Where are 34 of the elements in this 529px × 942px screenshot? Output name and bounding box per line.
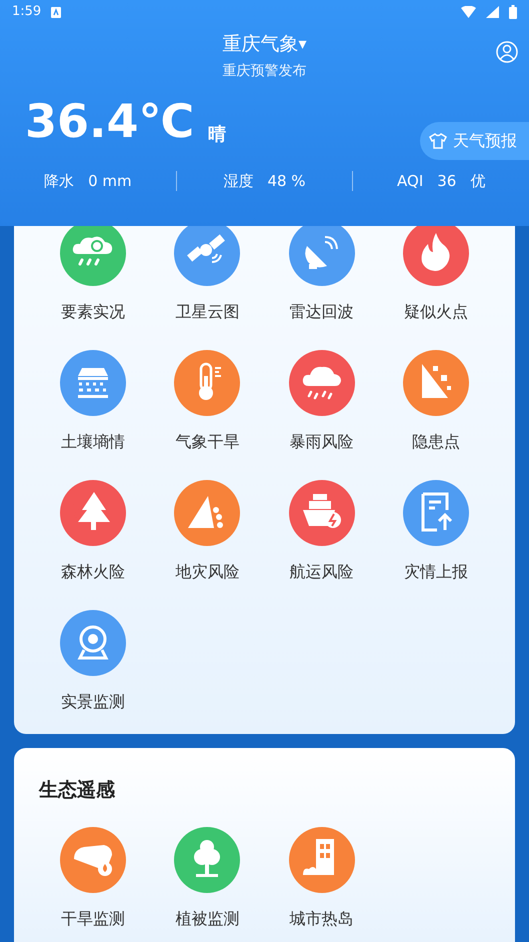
feature-tile[interactable]: 疑似火点	[378, 226, 493, 344]
feature-tile[interactable]: 森林火险	[36, 480, 150, 604]
feature-tile[interactable]: 城市热岛	[264, 826, 379, 942]
stat-label: 湿度	[223, 170, 254, 192]
feature-tile[interactable]: 卫星云图	[150, 226, 264, 344]
subtitle: 重庆预警发布	[222, 62, 306, 80]
stat-value: 36	[437, 170, 456, 192]
feature-tile[interactable]: 暴雨风险	[264, 350, 379, 474]
feature-tile[interactable]: 实景监测	[36, 610, 150, 734]
notification-icon	[51, 6, 62, 18]
status-time: 1:59	[12, 3, 42, 22]
weather-condition: 晴	[208, 122, 226, 146]
stat-label: 降水	[44, 170, 74, 192]
feature-tile[interactable]: 植被监测	[150, 826, 264, 942]
section-title: 生态遥感	[38, 778, 116, 803]
stat-value: 0 mm	[88, 170, 132, 192]
feature-tile[interactable]: 要素实况	[36, 226, 150, 344]
feature-tile[interactable]: 航运风险	[264, 480, 379, 604]
user-profile-icon[interactable]	[496, 41, 518, 63]
stat-rating: 优	[470, 170, 486, 192]
feature-tile[interactable]: 隐患点	[378, 350, 493, 474]
feature-tile[interactable]: 雷达回波	[264, 226, 379, 344]
stat-value: 48 %	[267, 170, 306, 192]
feature-tile[interactable]: 干旱监测	[36, 826, 150, 942]
feature-tile[interactable]: 气象干旱	[150, 350, 264, 474]
wifi-icon	[461, 6, 476, 18]
signal-icon	[486, 6, 499, 18]
feature-tile[interactable]: 土壤墒情	[36, 350, 150, 474]
feature-tile[interactable]: 灾情上报	[378, 480, 493, 604]
stat-label: AQI	[397, 170, 424, 192]
feature-tile[interactable]: 地灾风险	[150, 480, 264, 604]
battery-icon	[509, 5, 517, 19]
temperature: 36.4℃	[25, 98, 194, 144]
shirt-icon	[429, 133, 447, 149]
